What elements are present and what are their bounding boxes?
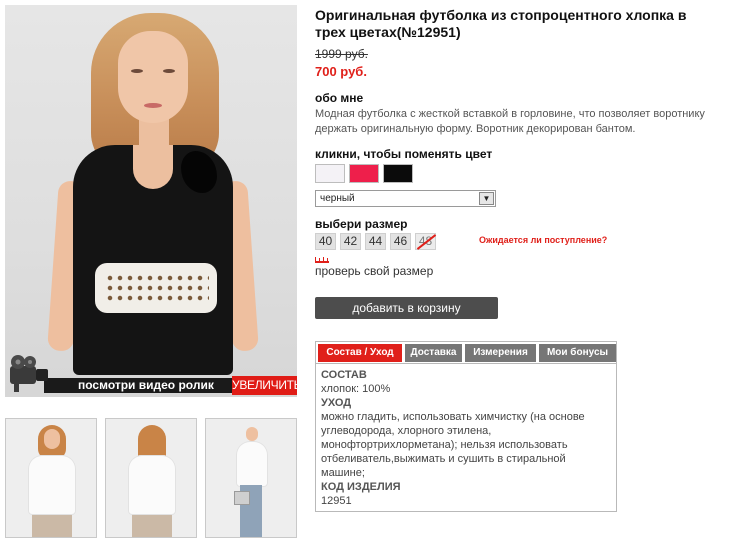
thumbnail-face xyxy=(44,429,60,449)
size-guide-link[interactable]: проверь свой размер xyxy=(315,264,433,278)
about-heading: обо мне xyxy=(315,91,364,105)
size-option-40[interactable]: 40 xyxy=(315,233,336,250)
care-text-line: монофтортрихлорметана); нельзя использов… xyxy=(321,439,568,451)
composition-text: хлопок: 100% xyxy=(321,383,391,395)
care-text-line: машине; xyxy=(321,467,365,479)
video-camera-icon[interactable] xyxy=(6,350,52,394)
ruler-icon xyxy=(315,257,329,263)
product-info-tabs: Состав / Уход Доставка Измерения Мои бон… xyxy=(315,341,617,512)
product-code-heading: КОД ИЗДЕЛИЯ xyxy=(321,481,401,493)
thumbnail-handbag xyxy=(234,491,250,505)
chevron-down-icon[interactable]: ▼ xyxy=(479,192,494,205)
thumbnail-white-shirt xyxy=(128,455,176,515)
thumbnail-face xyxy=(246,427,258,441)
restock-inquiry-link[interactable]: Ожидается ли поступление? xyxy=(479,235,607,245)
zoom-button[interactable]: УВЕЛИЧИТЬ xyxy=(232,376,302,395)
photo-belt-studs xyxy=(105,273,209,303)
tab-divider xyxy=(316,363,616,364)
color-swatch-white[interactable] xyxy=(315,164,345,183)
tab-composition-care[interactable]: Состав / Уход xyxy=(318,344,402,362)
care-heading: УХОД xyxy=(321,397,352,409)
size-option-46[interactable]: 46 xyxy=(390,233,411,250)
photo-face xyxy=(118,31,188,123)
size-option-48-sold-out: 48 xyxy=(415,233,436,250)
color-select-value: черный xyxy=(320,193,355,204)
tab-measurements[interactable]: Измерения xyxy=(465,344,536,362)
photo-neckline xyxy=(133,145,173,189)
thumbnail-white-shirt xyxy=(236,441,268,487)
about-description: Модная футболка с жесткой вставкой в гор… xyxy=(315,108,705,135)
care-text-line: углеводорода, хлорного этилена, xyxy=(321,425,492,437)
video-link-label[interactable]: посмотри видео ролик xyxy=(78,379,214,392)
thumbnail-white-shirt xyxy=(28,455,76,515)
sale-price: 700 руб. xyxy=(315,64,367,79)
thumbnail-front[interactable] xyxy=(5,418,97,538)
color-heading: кликни, чтобы поменять цвет xyxy=(315,147,493,161)
product-title: Оригинальная футболка из стопроцентного … xyxy=(315,7,687,40)
size-option-42[interactable]: 42 xyxy=(340,233,361,250)
care-text-line: можно гладить, использовать химчистку (н… xyxy=(321,411,585,423)
photo-lips xyxy=(144,103,162,108)
old-price: 1999 руб. xyxy=(315,47,368,61)
color-swatch-black[interactable] xyxy=(383,164,413,183)
thumbnail-skirt xyxy=(32,515,72,537)
photo-eye-left xyxy=(131,69,143,73)
care-text-line: отбеливатель,выжимать и сушить в стираль… xyxy=(321,453,566,465)
photo-eye-right xyxy=(163,69,175,73)
color-select[interactable]: черный ▼ xyxy=(315,190,496,207)
size-option-44[interactable]: 44 xyxy=(365,233,386,250)
thumbnail-back[interactable] xyxy=(105,418,197,538)
tab-delivery[interactable]: Доставка xyxy=(405,344,462,362)
composition-heading: СОСТАВ xyxy=(321,369,367,381)
product-code: 12951 xyxy=(321,495,352,507)
tab-my-bonuses[interactable]: Мои бонусы xyxy=(539,344,616,362)
color-swatch-pink[interactable] xyxy=(349,164,379,183)
thumbnail-skirt xyxy=(132,515,172,537)
thumbnail-full-look[interactable] xyxy=(205,418,297,538)
main-product-photo[interactable] xyxy=(5,5,297,397)
add-to-cart-button[interactable]: добавить в корзину xyxy=(315,297,498,319)
size-heading: выбери размер xyxy=(315,217,408,231)
